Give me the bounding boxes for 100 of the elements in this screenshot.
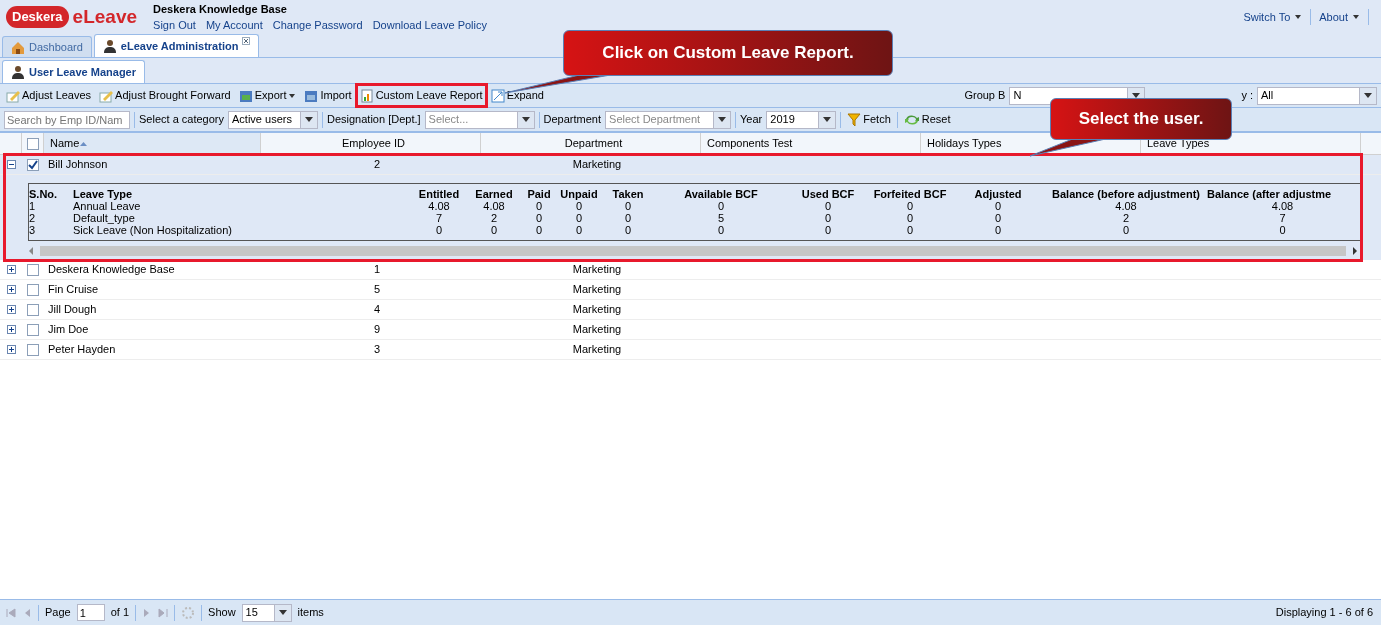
monitor-icon <box>238 88 253 103</box>
table-cell-text: 0 <box>574 200 584 212</box>
table-cell-text: 2 <box>1121 212 1131 224</box>
reset-button[interactable]: Reset <box>901 110 953 129</box>
search-field[interactable]: Search by Emp ID/Nam <box>4 110 130 129</box>
table-cell-text: 0 <box>905 200 915 212</box>
pencil-icon <box>6 88 20 103</box>
dropdown-field[interactable]: All <box>1257 86 1377 105</box>
column-header[interactable]: Employee ID <box>261 133 481 154</box>
table-row[interactable]: Peter Hayden 3 Marketing <box>0 340 1381 360</box>
expand-toggle[interactable] <box>6 345 16 354</box>
column-header[interactable]: Components Test <box>701 133 921 154</box>
logo-icon: Deskera <box>6 6 69 28</box>
report-icon <box>359 88 374 103</box>
column-header: Unpaid <box>559 188 599 200</box>
table-cell-text: 0 <box>1121 224 1131 236</box>
table-cell-text: Bill Johnson <box>47 157 109 173</box>
dropdown-field[interactable]: Active users <box>228 110 318 129</box>
toolbar-button[interactable]: Export <box>236 86 299 105</box>
table-cell-text: 3 <box>29 224 37 236</box>
scroll-right-icon <box>1352 247 1358 255</box>
expand-toggle[interactable] <box>6 265 16 274</box>
table-cell-text: Peter Hayden <box>47 342 117 358</box>
last-page-icon <box>158 607 169 618</box>
expand-toggle[interactable] <box>6 285 16 294</box>
expand-toggle[interactable] <box>6 305 16 314</box>
toolbar-button[interactable]: Adjust Leaves <box>4 86 94 105</box>
table-cell: 4.08 <box>1205 200 1360 212</box>
checkbox[interactable] <box>27 323 39 336</box>
table-cell-text: 0 <box>993 224 1003 236</box>
show-label: Show <box>208 605 236 621</box>
dropdown-field[interactable]: 2019 <box>766 110 837 129</box>
checkbox[interactable] <box>27 303 39 316</box>
scrollbar-thumb[interactable] <box>40 246 1346 256</box>
header-link[interactable]: Sign Out <box>153 17 196 34</box>
column-header[interactable]: Name <box>44 133 261 154</box>
menu-link[interactable]: About <box>1319 8 1360 26</box>
app-name: eLeave <box>72 4 138 29</box>
caret-icon <box>1364 93 1372 98</box>
table-cell-text: 0 <box>1278 224 1287 236</box>
table-cell-text: 1 <box>29 200 37 212</box>
header-link[interactable]: Change Password <box>272 17 363 34</box>
checkbox[interactable] <box>27 343 39 356</box>
checkbox[interactable] <box>26 137 39 150</box>
caret-icon <box>305 117 313 122</box>
page-count: of 1 <box>110 605 130 621</box>
toolbar-button[interactable]: Custom Leave Report <box>357 86 485 105</box>
table-cell-text: 4 <box>372 302 382 318</box>
toolbar-button[interactable]: Expand <box>488 86 546 105</box>
page-size-field[interactable]: 15 <box>241 603 292 622</box>
table-row[interactable]: Jill Dough 4 Marketing <box>0 300 1381 320</box>
table-cell-text: 0 <box>716 200 726 212</box>
menu-link[interactable]: Switch To <box>1243 8 1303 26</box>
table-cell-text: Marketing <box>571 302 623 318</box>
tab[interactable]: eLeave Administration <box>93 34 260 57</box>
dropdown-field[interactable]: Select Department <box>605 110 732 129</box>
scroll-left-icon <box>28 247 34 255</box>
table-row[interactable]: Jim Doe 9 Marketing <box>0 320 1381 340</box>
table-cell-text: 4.08 <box>427 200 451 212</box>
column-header[interactable]: Department <box>481 133 701 154</box>
table-cell-text: 0 <box>489 224 499 236</box>
table-cell-text: 0 <box>534 224 544 236</box>
field-label: Designation [Dept.] <box>327 112 421 128</box>
page-field[interactable]: 1 <box>76 604 105 621</box>
header-link[interactable]: My Account <box>205 17 263 34</box>
page-label: Page <box>45 605 71 621</box>
table-cell-text: 0 <box>993 212 1003 224</box>
table-cell-text: Default_type <box>72 212 136 224</box>
refresh-icon <box>181 605 196 620</box>
table-cell-text: Annual Leave <box>72 200 142 212</box>
callout-tooltip: Select the user. <box>1050 98 1232 140</box>
table-row[interactable]: Fin Cruise 5 Marketing <box>0 280 1381 300</box>
tab[interactable]: User Leave Manager <box>2 60 145 83</box>
tab[interactable]: Dashboard <box>2 36 92 57</box>
table-cell-text: 9 <box>372 322 382 338</box>
expand-toggle[interactable] <box>6 160 16 169</box>
dropdown-field[interactable]: Select... <box>424 110 535 129</box>
column-header: Adjusted <box>973 188 1023 200</box>
check-icon <box>28 159 38 170</box>
checkbox[interactable] <box>27 263 39 276</box>
table-cell-text: 7 <box>1278 212 1287 224</box>
checkbox[interactable] <box>27 158 39 171</box>
header-link[interactable]: Download Leave Policy <box>372 17 487 34</box>
toolbar-button[interactable]: Adjust Brought Forward <box>97 86 233 105</box>
table-cell-text: 0 <box>623 224 633 236</box>
table-cell-text: 0 <box>623 200 633 212</box>
caret-icon <box>278 610 287 615</box>
table-cell-text: Jim Doe <box>47 322 90 338</box>
table-cell-text: 1 <box>372 262 382 278</box>
pencil-icon <box>99 88 114 103</box>
toolbar-button[interactable]: Import <box>302 86 354 105</box>
column-header: Available BCF <box>683 188 759 200</box>
caret-icon <box>521 117 530 122</box>
table-cell-text: 0 <box>905 212 915 224</box>
table-row[interactable]: Bill Johnson 2 Marketing <box>0 155 1381 175</box>
table-cell-text: 3 <box>372 342 382 358</box>
checkbox[interactable] <box>27 283 39 296</box>
expand-toggle[interactable] <box>6 325 16 334</box>
fetch-button[interactable]: Fetch <box>845 110 893 129</box>
table-row[interactable]: Deskera Knowledge Base 1 Marketing <box>0 260 1381 280</box>
